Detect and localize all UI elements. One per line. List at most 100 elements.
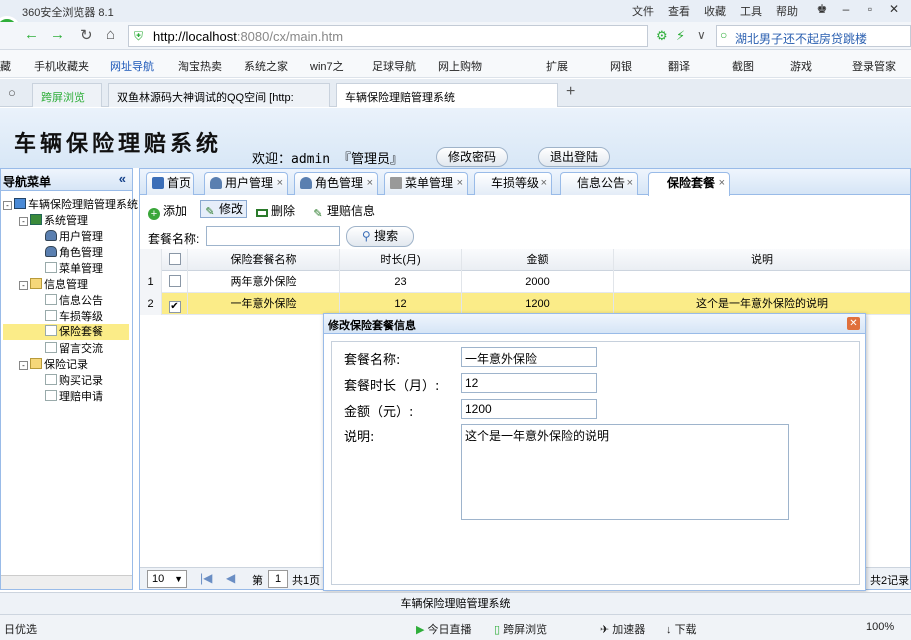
page-size-select[interactable]: 10 ▼ <box>147 570 187 588</box>
close-window-icon[interactable]: ✕ <box>884 2 904 18</box>
row-checkbox-cell[interactable] <box>162 271 188 293</box>
bookmark-football[interactable]: 足球导航 <box>372 58 416 74</box>
search-button[interactable]: ⚲ 搜索 <box>346 226 414 247</box>
bookmark-translate[interactable]: 翻译 <box>668 58 690 74</box>
close-icon[interactable]: ✕ <box>847 317 860 330</box>
tab-notices[interactable]: 信息公告 × <box>560 172 638 195</box>
bookmark-shopping[interactable]: 网上购物 <box>438 58 482 74</box>
status-zoom[interactable]: 100% <box>866 621 894 633</box>
minimize-icon[interactable]: – <box>836 2 856 18</box>
status-crossscreen[interactable]: ▯ 跨屏浏览 <box>494 621 547 637</box>
refresh-icon[interactable]: ↻ <box>80 26 93 44</box>
restore-tab-icon[interactable]: ○ <box>8 85 16 100</box>
bookmark-extensions[interactable]: 扩展 <box>546 58 568 74</box>
new-tab-icon[interactable]: + <box>566 83 575 101</box>
url-dropdown-icon[interactable]: ∨ <box>697 28 706 42</box>
close-tab-icon[interactable]: × <box>541 173 547 193</box>
row-checkbox[interactable] <box>168 275 181 287</box>
tree-group-system[interactable]: - 系统管理 <box>19 213 88 229</box>
bookmark-login[interactable]: 登录管家 <box>852 58 896 74</box>
close-tab-icon[interactable]: × <box>627 173 633 193</box>
browser-tab-qq[interactable]: 双鱼林源码大神调试的QQ空间 [http: <box>108 83 330 107</box>
menu-favorites[interactable]: 收藏 <box>704 3 726 19</box>
column-header-months[interactable]: 时长(月) <box>340 249 462 271</box>
table-row[interactable]: 1 两年意外保险 23 2000 <box>140 271 910 293</box>
column-header-description[interactable]: 说明 <box>614 249 910 271</box>
tree-group-info[interactable]: - 信息管理 <box>19 277 88 293</box>
restore-icon[interactable]: ▫ <box>860 2 880 18</box>
back-icon[interactable]: ← <box>24 26 39 43</box>
home-icon[interactable]: ⌂ <box>106 26 115 43</box>
package-name-field[interactable]: 一年意外保险 <box>461 347 597 367</box>
column-header-name[interactable]: 保险套餐名称 <box>188 249 340 271</box>
status-download[interactable]: ↓ 下载 <box>666 621 697 637</box>
table-row[interactable]: 2 ✔ 一年意外保险 12 1200 这个是一年意外保险的说明 <box>140 293 910 315</box>
package-name-input[interactable] <box>206 226 340 246</box>
sidebar-item-claims[interactable]: 理赔申请 <box>45 389 103 405</box>
first-page-icon[interactable]: |◀ <box>200 571 212 585</box>
bookmark-favorites[interactable]: 藏 <box>0 58 11 74</box>
bookmark-mobile[interactable]: 手机收藏夹 <box>34 58 89 74</box>
collapse-toggle-icon[interactable]: - <box>19 217 28 226</box>
bookmark-screenshot[interactable]: 截图 <box>732 58 754 74</box>
edit-button[interactable]: ✎ 修改 <box>200 200 248 218</box>
menu-file[interactable]: 文件 <box>632 3 654 19</box>
sidebar-item-packages[interactable]: 保险套餐 <box>3 324 129 340</box>
sidebar-item-menus[interactable]: 菜单管理 <box>45 261 103 277</box>
sidebar-item-roles[interactable]: 角色管理 <box>45 245 103 261</box>
change-password-button[interactable]: 修改密码 <box>436 147 508 167</box>
collapse-icon[interactable]: « <box>119 171 126 186</box>
bookmark-taobao[interactable]: 淘宝热卖 <box>178 58 222 74</box>
select-all-cell[interactable] <box>162 249 188 271</box>
collapse-toggle-icon[interactable]: - <box>19 361 28 370</box>
sidebar-item-damage-levels[interactable]: 车损等级 <box>45 309 103 325</box>
search-box[interactable]: ○ 湖北男子还不起房贷跳楼 <box>716 25 911 47</box>
browser-tab-crossscreen[interactable]: 跨屏浏览 <box>32 83 102 107</box>
menu-view[interactable]: 查看 <box>668 3 690 19</box>
collapse-toggle-icon[interactable]: - <box>19 281 28 290</box>
tab-roles[interactable]: 角色管理 × <box>294 172 378 195</box>
sidebar-item-purchases[interactable]: 购买记录 <box>45 373 103 389</box>
column-header-amount[interactable]: 金额 <box>462 249 614 271</box>
close-tab-icon[interactable]: × <box>719 173 725 193</box>
status-accelerator[interactable]: ✈ 加速器 <box>600 621 645 637</box>
status-daily-picks[interactable]: 日优选 <box>4 621 37 637</box>
select-all-checkbox[interactable] <box>168 253 181 265</box>
description-textarea[interactable]: 这个是一年意外保险的说明 <box>461 424 789 520</box>
row-checkbox-cell[interactable]: ✔ <box>162 293 188 315</box>
bookmark-xitong[interactable]: 系统之家 <box>244 58 288 74</box>
tab-packages[interactable]: 保险套餐 × <box>648 172 730 196</box>
shirt-icon[interactable]: ♚ <box>812 2 832 18</box>
browser-tab-active[interactable]: 车辆保险理赔管理系统 <box>336 83 558 107</box>
menu-tools[interactable]: 工具 <box>740 3 762 19</box>
speed-icon[interactable]: ⚙ <box>656 28 668 44</box>
tree-group-records[interactable]: - 保险记录 <box>19 357 88 373</box>
tab-damage-levels[interactable]: 车损等级 × <box>474 172 552 195</box>
tab-menus[interactable]: 菜单管理 × <box>384 172 468 195</box>
bookmark-nav[interactable]: 网址导航 <box>110 58 154 74</box>
add-button[interactable]: + 添加 <box>148 202 187 220</box>
delete-button[interactable]: 删除 <box>256 202 295 219</box>
claim-info-button[interactable]: ✎ 理赔信息 <box>312 202 375 220</box>
duration-field[interactable]: 12 <box>461 373 597 393</box>
lightning-icon[interactable]: ⚡ <box>676 28 685 44</box>
sidebar-scrollbar[interactable] <box>1 575 132 589</box>
close-tab-icon[interactable]: × <box>277 173 283 193</box>
sidebar-item-users[interactable]: 用户管理 <box>45 229 103 245</box>
logout-button[interactable]: 退出登陆 <box>538 147 610 167</box>
tree-root[interactable]: - 车辆保险理赔管理系统 <box>3 197 138 213</box>
sidebar-item-notices[interactable]: 信息公告 <box>45 293 103 309</box>
forward-icon[interactable]: → <box>50 26 65 43</box>
bookmark-win7[interactable]: win7之 <box>310 58 344 74</box>
close-tab-icon[interactable]: × <box>367 173 373 193</box>
prev-page-icon[interactable]: ◀ <box>226 571 235 585</box>
page-number-input[interactable]: 1 <box>268 570 288 588</box>
amount-field[interactable]: 1200 <box>461 399 597 419</box>
menu-help[interactable]: 帮助 <box>776 3 798 19</box>
row-checkbox-checked[interactable]: ✔ <box>168 301 181 313</box>
sidebar-item-messages[interactable]: 留言交流 <box>45 341 103 357</box>
close-tab-icon[interactable]: × <box>457 173 463 193</box>
bookmark-games[interactable]: 游戏 <box>790 58 812 74</box>
tab-users[interactable]: 用户管理 × <box>204 172 288 195</box>
collapse-toggle-icon[interactable]: - <box>3 201 12 210</box>
